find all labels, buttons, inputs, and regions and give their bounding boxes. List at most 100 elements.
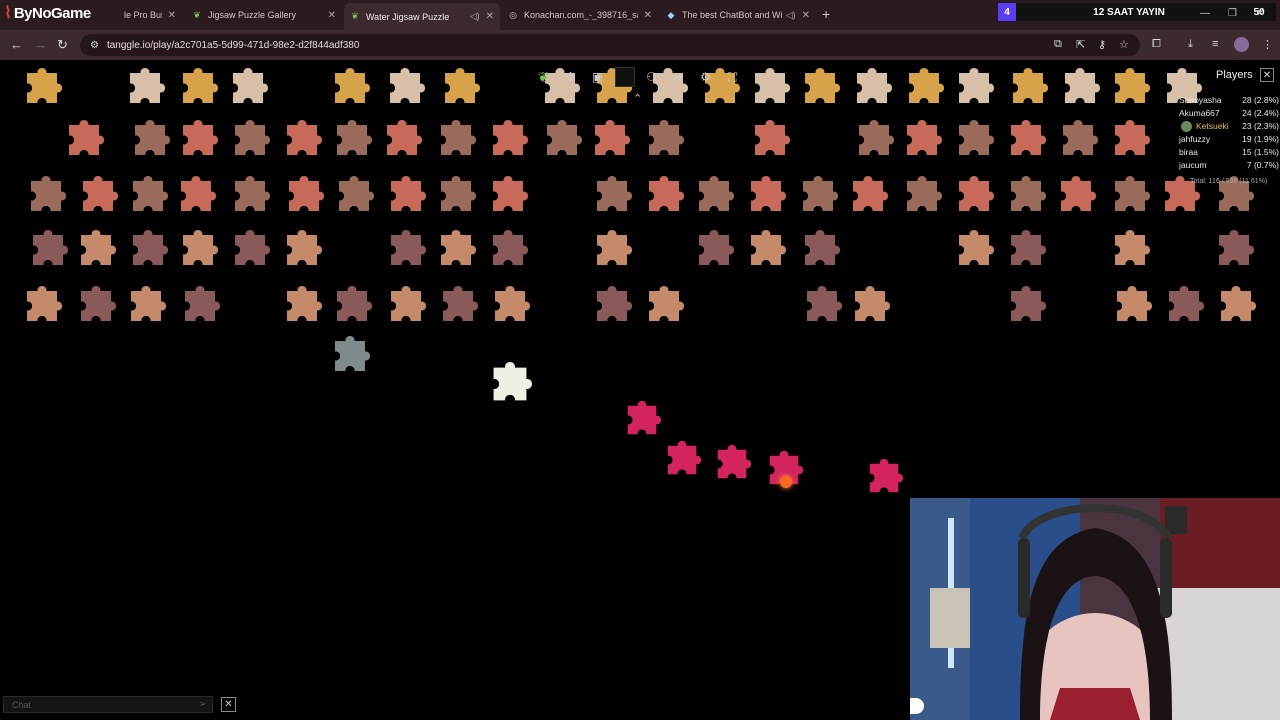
- tab-konachan[interactable]: ◎ Konachan.com_-_398716_samp ✕: [502, 4, 658, 26]
- puzzle-piece[interactable]: [547, 119, 583, 155]
- puzzle-piece[interactable]: [287, 119, 323, 155]
- puzzle-piece[interactable]: [859, 119, 895, 155]
- puzzle-piece[interactable]: [337, 285, 373, 321]
- puzzle-piece[interactable]: [287, 285, 323, 321]
- speaker-icon[interactable]: ◁): [786, 10, 796, 21]
- puzzle-piece[interactable]: [493, 229, 529, 265]
- puzzle-piece[interactable]: [133, 175, 169, 211]
- puzzle-piece[interactable]: [27, 285, 63, 321]
- puzzle-piece[interactable]: [959, 175, 995, 211]
- puzzle-piece[interactable]: [81, 229, 117, 265]
- url-field[interactable]: ⚙ tanggle.io/play/a2c701a5-5d99-471d-98e…: [80, 34, 1140, 56]
- bookmark-star-icon[interactable]: ☆: [1119, 38, 1129, 51]
- puzzle-piece[interactable]: [387, 119, 423, 155]
- site-info-icon[interactable]: ⚙: [90, 40, 99, 51]
- settings-icon[interactable]: ⚙: [696, 67, 716, 87]
- close-icon[interactable]: ✕: [486, 11, 494, 22]
- puzzle-piece[interactable]: [1011, 175, 1047, 211]
- puzzle-piece[interactable]: [699, 229, 735, 265]
- forward-icon[interactable]: →: [34, 37, 47, 52]
- browser-menu-icon[interactable]: ⋮: [1262, 38, 1273, 51]
- puzzle-piece[interactable]: [1221, 285, 1257, 321]
- puzzle-piece[interactable]: [649, 175, 685, 211]
- puzzle-piece[interactable]: [1219, 229, 1255, 265]
- puzzle-piece[interactable]: [1115, 119, 1151, 155]
- puzzle-piece[interactable]: [1011, 119, 1047, 155]
- puzzle-piece[interactable]: [335, 67, 371, 103]
- close-icon[interactable]: ✕: [644, 10, 652, 21]
- extensions-icon[interactable]: ⧠: [1152, 38, 1161, 51]
- puzzle-piece[interactable]: [81, 285, 117, 321]
- maximize-icon[interactable]: ❐: [1228, 8, 1237, 19]
- close-icon[interactable]: ✕: [802, 10, 810, 21]
- puzzle-piece[interactable]: [805, 67, 841, 103]
- puzzle-piece[interactable]: [391, 229, 427, 265]
- send-icon[interactable]: ➢: [199, 699, 207, 710]
- puzzle-piece[interactable]: [495, 285, 531, 321]
- puzzle-piece[interactable]: [27, 67, 63, 103]
- selected-puzzle-piece[interactable]: [717, 444, 752, 479]
- minimize-icon[interactable]: —: [1200, 8, 1210, 19]
- puzzle-piece[interactable]: [183, 119, 219, 155]
- puzzle-piece[interactable]: [595, 119, 631, 155]
- puzzle-piece[interactable]: [857, 67, 893, 103]
- puzzle-piece[interactable]: [649, 285, 685, 321]
- puzzle-piece[interactable]: [391, 285, 427, 321]
- puzzle-piece[interactable]: [233, 67, 269, 103]
- collapse-toolbar-icon[interactable]: ⌃: [633, 92, 642, 105]
- puzzle-piece[interactable]: [493, 119, 529, 155]
- puzzle-piece[interactable]: [33, 229, 69, 265]
- puzzle-piece[interactable]: [1011, 285, 1047, 321]
- puzzle-piece[interactable]: [1169, 285, 1205, 321]
- puzzle-piece[interactable]: [69, 119, 105, 155]
- puzzle-piece[interactable]: [335, 335, 371, 371]
- image-preview-icon[interactable]: ▣: [588, 67, 608, 87]
- close-chat-icon[interactable]: ✕: [221, 697, 236, 712]
- puzzle-piece[interactable]: [597, 175, 633, 211]
- puzzle-piece[interactable]: [751, 175, 787, 211]
- puzzle-piece[interactable]: [855, 285, 891, 321]
- background-color-icon[interactable]: [614, 67, 635, 87]
- puzzle-piece[interactable]: [1117, 285, 1153, 321]
- tab-water-jigsaw[interactable]: ❦ Water Jigsaw Puzzle ◁) ✕: [344, 3, 500, 30]
- puzzle-piece[interactable]: [287, 229, 323, 265]
- puzzle-piece[interactable]: [1115, 175, 1151, 211]
- puzzle-piece[interactable]: [185, 285, 221, 321]
- puzzle-piece[interactable]: [649, 119, 685, 155]
- puzzle-piece[interactable]: [235, 119, 271, 155]
- tab-pro-builds[interactable]: le Pro Builds - Pr ✕: [118, 4, 182, 26]
- puzzle-piece[interactable]: [1115, 67, 1151, 103]
- puzzle-piece[interactable]: [959, 119, 995, 155]
- puzzle-piece[interactable]: [390, 67, 426, 103]
- puzzle-piece[interactable]: [181, 175, 217, 211]
- chat-input[interactable]: [4, 699, 199, 710]
- puzzle-piece[interactable]: [493, 175, 529, 211]
- scattered-pieces[interactable]: [27, 67, 1257, 493]
- puzzle-piece[interactable]: [1011, 229, 1047, 265]
- puzzle-piece[interactable]: [391, 175, 427, 211]
- puzzle-piece[interactable]: [755, 119, 791, 155]
- puzzle-piece[interactable]: [493, 362, 532, 401]
- window-close-icon[interactable]: ✕: [1256, 8, 1264, 19]
- close-icon[interactable]: ✕: [328, 10, 336, 21]
- puzzle-piece[interactable]: [1013, 67, 1049, 103]
- puzzle-piece[interactable]: [130, 67, 166, 103]
- puzzle-piece[interactable]: [907, 119, 943, 155]
- puzzle-piece[interactable]: [959, 67, 995, 103]
- share-icon[interactable]: ➦: [669, 67, 689, 87]
- puzzle-piece[interactable]: [1061, 175, 1097, 211]
- tab-chatbot[interactable]: ◆ The best ChatBot and Widg ◁) ✕: [660, 4, 816, 26]
- reload-icon[interactable]: ↻: [57, 37, 68, 53]
- puzzle-piece[interactable]: [441, 175, 477, 211]
- puzzle-piece[interactable]: [183, 67, 219, 103]
- tab-jigsaw-gallery[interactable]: ❦ Jigsaw Puzzle Gallery ✕: [186, 4, 342, 26]
- profile-avatar[interactable]: [1234, 37, 1249, 52]
- puzzle-piece[interactable]: [441, 119, 477, 155]
- translate-icon[interactable]: ⧉: [1054, 38, 1062, 51]
- close-icon[interactable]: ✕: [168, 10, 176, 21]
- puzzle-piece[interactable]: [853, 175, 889, 211]
- password-key-icon[interactable]: ⚷: [1098, 38, 1106, 51]
- puzzle-piece[interactable]: [339, 175, 375, 211]
- puzzle-piece[interactable]: [755, 67, 791, 103]
- install-app-icon[interactable]: ⇱: [1076, 38, 1085, 51]
